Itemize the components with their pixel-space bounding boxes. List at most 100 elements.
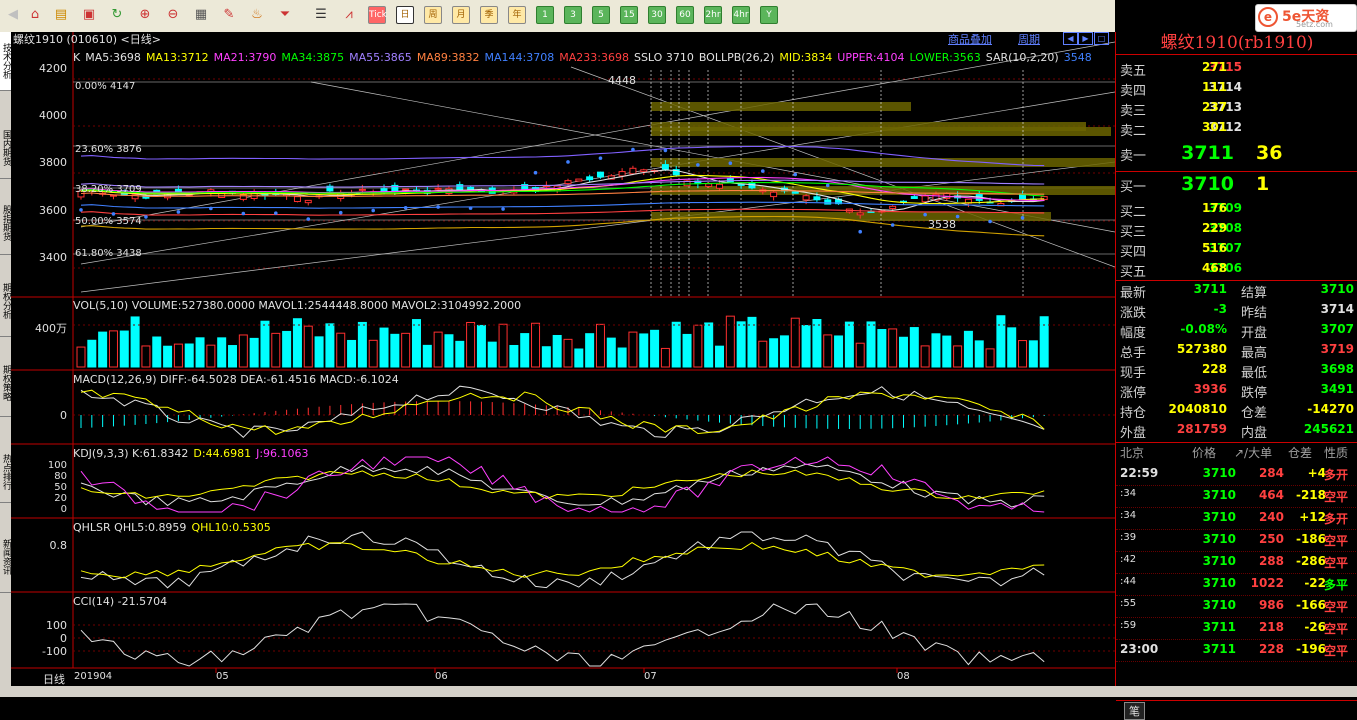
- ask-level-3[interactable]: 卖三 3713 237: [1116, 100, 1357, 120]
- sar-dot: [371, 208, 376, 213]
- bid-level-5[interactable]: 买五 3706 468: [1116, 261, 1357, 281]
- tab-index-futures[interactable]: 股指期货: [0, 192, 11, 255]
- period-30min-button[interactable]: 30: [648, 6, 666, 24]
- sar-dot: [209, 206, 213, 211]
- candle-body: [358, 188, 366, 191]
- tick-oi-change: -196: [1295, 642, 1326, 656]
- ask-level-4[interactable]: 卖四 3714 111: [1116, 80, 1357, 100]
- tab-domestic-futures[interactable]: 国内期货: [0, 118, 11, 179]
- sar-dot: [274, 211, 278, 215]
- tick-row[interactable]: 23:00 3711 228 -196 空平: [1116, 639, 1357, 662]
- kdj-tick-80: 80: [54, 471, 67, 482]
- tick-row[interactable]: :44 3710 1022 -22 多平: [1116, 573, 1357, 596]
- tick-button[interactable]: Tick: [368, 6, 387, 24]
- tick-row[interactable]: :39 3710 250 -186 空平: [1116, 529, 1357, 552]
- period-1min-button[interactable]: 1: [536, 6, 554, 24]
- window-icon[interactable]: ▦: [192, 6, 210, 24]
- period-4hr-button[interactable]: 4hr: [732, 6, 750, 24]
- refresh-icon[interactable]: ↻: [108, 6, 126, 24]
- f10-icon[interactable]: ▣: [80, 6, 98, 24]
- period-2hr-button[interactable]: 2hr: [704, 6, 722, 24]
- tick-row[interactable]: :55 3710 986 -166 空平: [1116, 595, 1357, 618]
- maximize-icon[interactable]: □: [1094, 32, 1109, 45]
- home-icon[interactable]: ⌂: [26, 6, 44, 24]
- tick-nature: 多开: [1324, 512, 1349, 526]
- flame-icon[interactable]: ♨: [248, 6, 266, 24]
- tick-oi-change: +4: [1307, 466, 1326, 480]
- volume-bar: [628, 331, 638, 368]
- ask-level-2[interactable]: 卖二 3712 301: [1116, 120, 1357, 140]
- stat-value: 3714: [1320, 302, 1354, 316]
- ma-line: [80, 201, 1045, 209]
- volume-bar: [736, 321, 746, 368]
- back-icon[interactable]: ◀: [4, 6, 22, 24]
- volume-bar: [184, 343, 194, 368]
- fib-label-0: 0.00% 4147: [75, 81, 136, 92]
- period-week-button[interactable]: 周: [424, 6, 442, 24]
- scroll-right-icon[interactable]: ▶: [1078, 32, 1093, 45]
- volume-bar: [725, 315, 735, 368]
- period-month-button[interactable]: 月: [452, 6, 470, 24]
- tick-time: :39: [1120, 532, 1137, 543]
- bid-level-2[interactable]: 买二 3709 176: [1116, 201, 1357, 221]
- tab-option-analysis[interactable]: 期权分析: [0, 266, 11, 337]
- tab-trades[interactable]: 笔: [1124, 702, 1145, 720]
- volume-bar: [920, 345, 930, 368]
- bid-level-1[interactable]: 买一 3710 1: [1116, 173, 1357, 196]
- zoom-in-icon[interactable]: ⊕: [136, 6, 154, 24]
- tab-hot-ranking[interactable]: 热点排行: [0, 442, 11, 503]
- zoom-out-icon[interactable]: ⊖: [164, 6, 182, 24]
- tick-row[interactable]: :42 3710 288 -286 空平: [1116, 551, 1357, 574]
- period-day-button[interactable]: 日: [396, 6, 414, 24]
- logo-mark-icon: e: [1258, 7, 1278, 27]
- tick-row[interactable]: :59 3711 218 -26 空平: [1116, 617, 1357, 640]
- stat-value: 3710: [1320, 282, 1354, 296]
- period-y-button[interactable]: Y: [760, 6, 778, 24]
- divider: [1116, 280, 1357, 281]
- tick-nature: 空平: [1324, 600, 1349, 614]
- tick-row[interactable]: 22:59 3710 284 +4 多开: [1116, 463, 1357, 486]
- volume-bar: [953, 345, 963, 368]
- volume-bar: [823, 334, 833, 368]
- book-icon[interactable]: ▤: [52, 6, 70, 24]
- volume-profile-band: [651, 158, 1115, 167]
- volume-bar: [455, 340, 465, 368]
- chart-canvas[interactable]: [11, 32, 1115, 697]
- scroll-left-icon[interactable]: ◀: [1063, 32, 1078, 45]
- bid-level-4[interactable]: 买四 3707 516: [1116, 241, 1357, 261]
- chart-area[interactable]: 螺纹1910 (010610) <日线> 商品叠加 周期 ◀ ▶ □ K MA5:…: [11, 32, 1115, 697]
- tick-row[interactable]: :34 3710 464 -218 空平: [1116, 485, 1357, 508]
- tick-volume: 284: [1258, 466, 1284, 480]
- overlay-link[interactable]: 商品叠加: [948, 31, 992, 47]
- period-year-button[interactable]: 年: [508, 6, 526, 24]
- volume-bar: [909, 327, 919, 368]
- filter-icon[interactable]: ⏷: [276, 6, 294, 24]
- bid-level-3[interactable]: 买三 3708 229: [1116, 221, 1357, 241]
- tick-time: :42: [1120, 554, 1137, 565]
- line-chart-icon[interactable]: ⩘: [340, 6, 358, 24]
- list-icon[interactable]: ☰: [312, 6, 330, 24]
- period-5min-button[interactable]: 5: [592, 6, 610, 24]
- ma-legend-item: UPPER:4104: [837, 51, 905, 64]
- period-link[interactable]: 周期: [1018, 31, 1040, 47]
- sar-dot: [955, 214, 960, 219]
- divider: [1116, 171, 1357, 172]
- period-3min-button[interactable]: 3: [564, 6, 582, 24]
- cci-tick-minus100: -100: [42, 645, 67, 658]
- ask-level-1[interactable]: 卖一 3711 36: [1116, 142, 1357, 165]
- site-logo[interactable]: e 5e天资 5etz.com: [1255, 4, 1357, 32]
- ask-level-5[interactable]: 卖五 3715 271: [1116, 60, 1357, 80]
- draw-pen-icon[interactable]: ✎: [220, 6, 238, 24]
- tab-technical-analysis[interactable]: 技术分析: [0, 32, 11, 91]
- tick-row[interactable]: :34 3710 240 +12 多开: [1116, 507, 1357, 530]
- period-quarter-button[interactable]: 季: [480, 6, 498, 24]
- candle-body: [661, 164, 669, 170]
- period-60min-button[interactable]: 60: [676, 6, 694, 24]
- status-bar: [0, 686, 1357, 697]
- tab-option-strategy[interactable]: 期权策略: [0, 350, 11, 417]
- tab-news[interactable]: 新闻资讯: [0, 522, 11, 593]
- candle-body: [402, 188, 410, 191]
- divider: [1116, 442, 1357, 443]
- period-15min-button[interactable]: 15: [620, 6, 638, 24]
- tick-time: :55: [1120, 598, 1137, 609]
